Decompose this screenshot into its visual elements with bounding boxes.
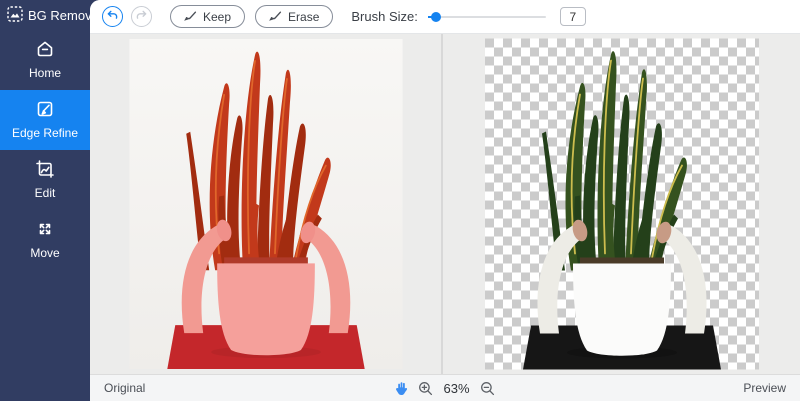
home-icon <box>34 38 56 60</box>
original-image[interactable] <box>129 39 403 369</box>
zoom-out-icon[interactable] <box>480 381 495 396</box>
zoom-in-icon[interactable] <box>418 381 433 396</box>
brush-icon <box>269 9 283 25</box>
sidebar: BG Remover Home <box>0 0 90 401</box>
sidebar-nav: Home Edge Refine <box>0 30 90 270</box>
erase-button[interactable]: Erase <box>255 5 333 28</box>
toolbar: Keep Erase Brush Size: 7 <box>90 0 800 34</box>
brush-size-label: Brush Size: <box>351 9 417 24</box>
main-area: Keep Erase Brush Size: 7 <box>90 0 800 401</box>
sidebar-item-label: Home <box>29 66 61 80</box>
original-label: Original <box>104 381 395 395</box>
move-arrows-icon <box>34 218 56 240</box>
slider-handle[interactable] <box>431 12 441 22</box>
app-title: BG Remover <box>28 8 90 23</box>
sidebar-item-label: Move <box>30 246 59 260</box>
erase-button-label: Erase <box>288 10 319 24</box>
zoom-level: 63% <box>443 381 469 396</box>
result-image <box>485 38 759 370</box>
redo-icon <box>135 9 148 25</box>
editor-canvas <box>90 34 800 374</box>
brush-size-value[interactable]: 7 <box>560 7 586 26</box>
original-canvas[interactable] <box>90 34 443 374</box>
preview-label: Preview <box>495 381 786 395</box>
statusbar: Original 63% <box>90 374 800 401</box>
undo-icon <box>106 9 119 25</box>
edit-image-icon <box>34 158 56 180</box>
brush-size-slider[interactable] <box>428 10 546 24</box>
brush-icon <box>184 9 198 25</box>
app-logo: BG Remover <box>0 0 90 30</box>
sidebar-item-edge-refine[interactable]: Edge Refine <box>0 90 90 150</box>
bg-remover-logo-icon <box>7 6 23 25</box>
result-canvas <box>443 34 800 374</box>
sidebar-item-edit[interactable]: Edit <box>0 150 90 210</box>
zoom-controls: 63% <box>395 381 494 396</box>
keep-button[interactable]: Keep <box>170 5 245 28</box>
sidebar-item-label: Edit <box>35 186 56 200</box>
sidebar-item-label: Edge Refine <box>12 126 78 140</box>
bg-remover-app: BG Remover Home <box>0 0 800 401</box>
keep-button-label: Keep <box>203 10 231 24</box>
edge-refine-icon <box>34 98 56 120</box>
redo-button[interactable] <box>131 6 152 27</box>
slider-track[interactable] <box>428 16 546 18</box>
sidebar-item-home[interactable]: Home <box>0 30 90 90</box>
pan-hand-icon[interactable] <box>395 381 408 396</box>
sidebar-item-move[interactable]: Move <box>0 210 90 270</box>
undo-button[interactable] <box>102 6 123 27</box>
